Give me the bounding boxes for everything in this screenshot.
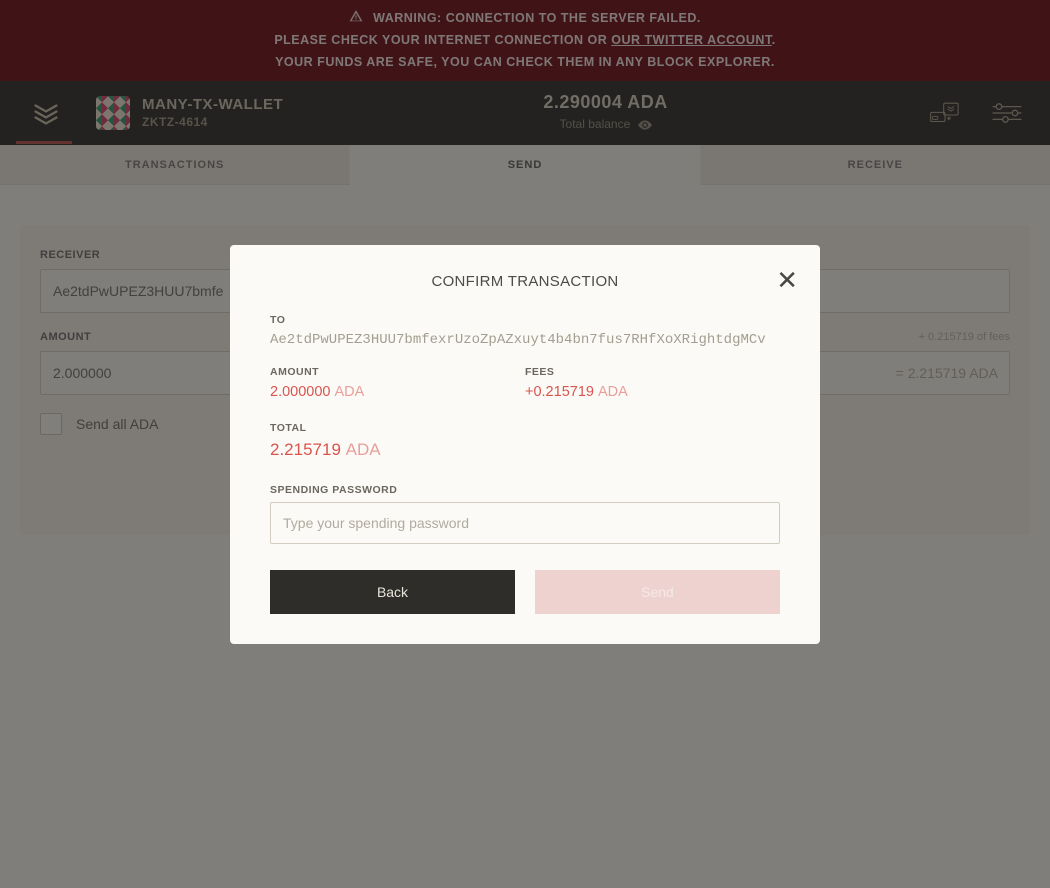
modal-fees-label: FEES <box>525 366 780 378</box>
back-button[interactable]: Back <box>270 570 515 614</box>
spending-password-input[interactable] <box>270 502 780 544</box>
modal-overlay: CONFIRM TRANSACTION ✕ TO Ae2tdPwUPEZ3HUU… <box>0 0 1050 888</box>
modal-total-label: TOTAL <box>270 422 780 434</box>
modal-total-value: 2.215719 ADA <box>270 440 780 460</box>
modal-amount-label: AMOUNT <box>270 366 525 378</box>
confirm-transaction-modal: CONFIRM TRANSACTION ✕ TO Ae2tdPwUPEZ3HUU… <box>230 245 820 644</box>
modal-title: CONFIRM TRANSACTION <box>260 273 790 290</box>
modal-fees-value: +0.215719 ADA <box>525 384 780 400</box>
to-label: TO <box>270 314 780 326</box>
send-button[interactable]: Send <box>535 570 780 614</box>
to-address: Ae2tdPwUPEZ3HUU7bmfexrUzoZpAZxuyt4b4bn7f… <box>270 332 780 348</box>
close-icon[interactable]: ✕ <box>776 267 798 293</box>
spending-password-label: SPENDING PASSWORD <box>270 484 780 496</box>
modal-amount-value: 2.000000 ADA <box>270 384 525 400</box>
